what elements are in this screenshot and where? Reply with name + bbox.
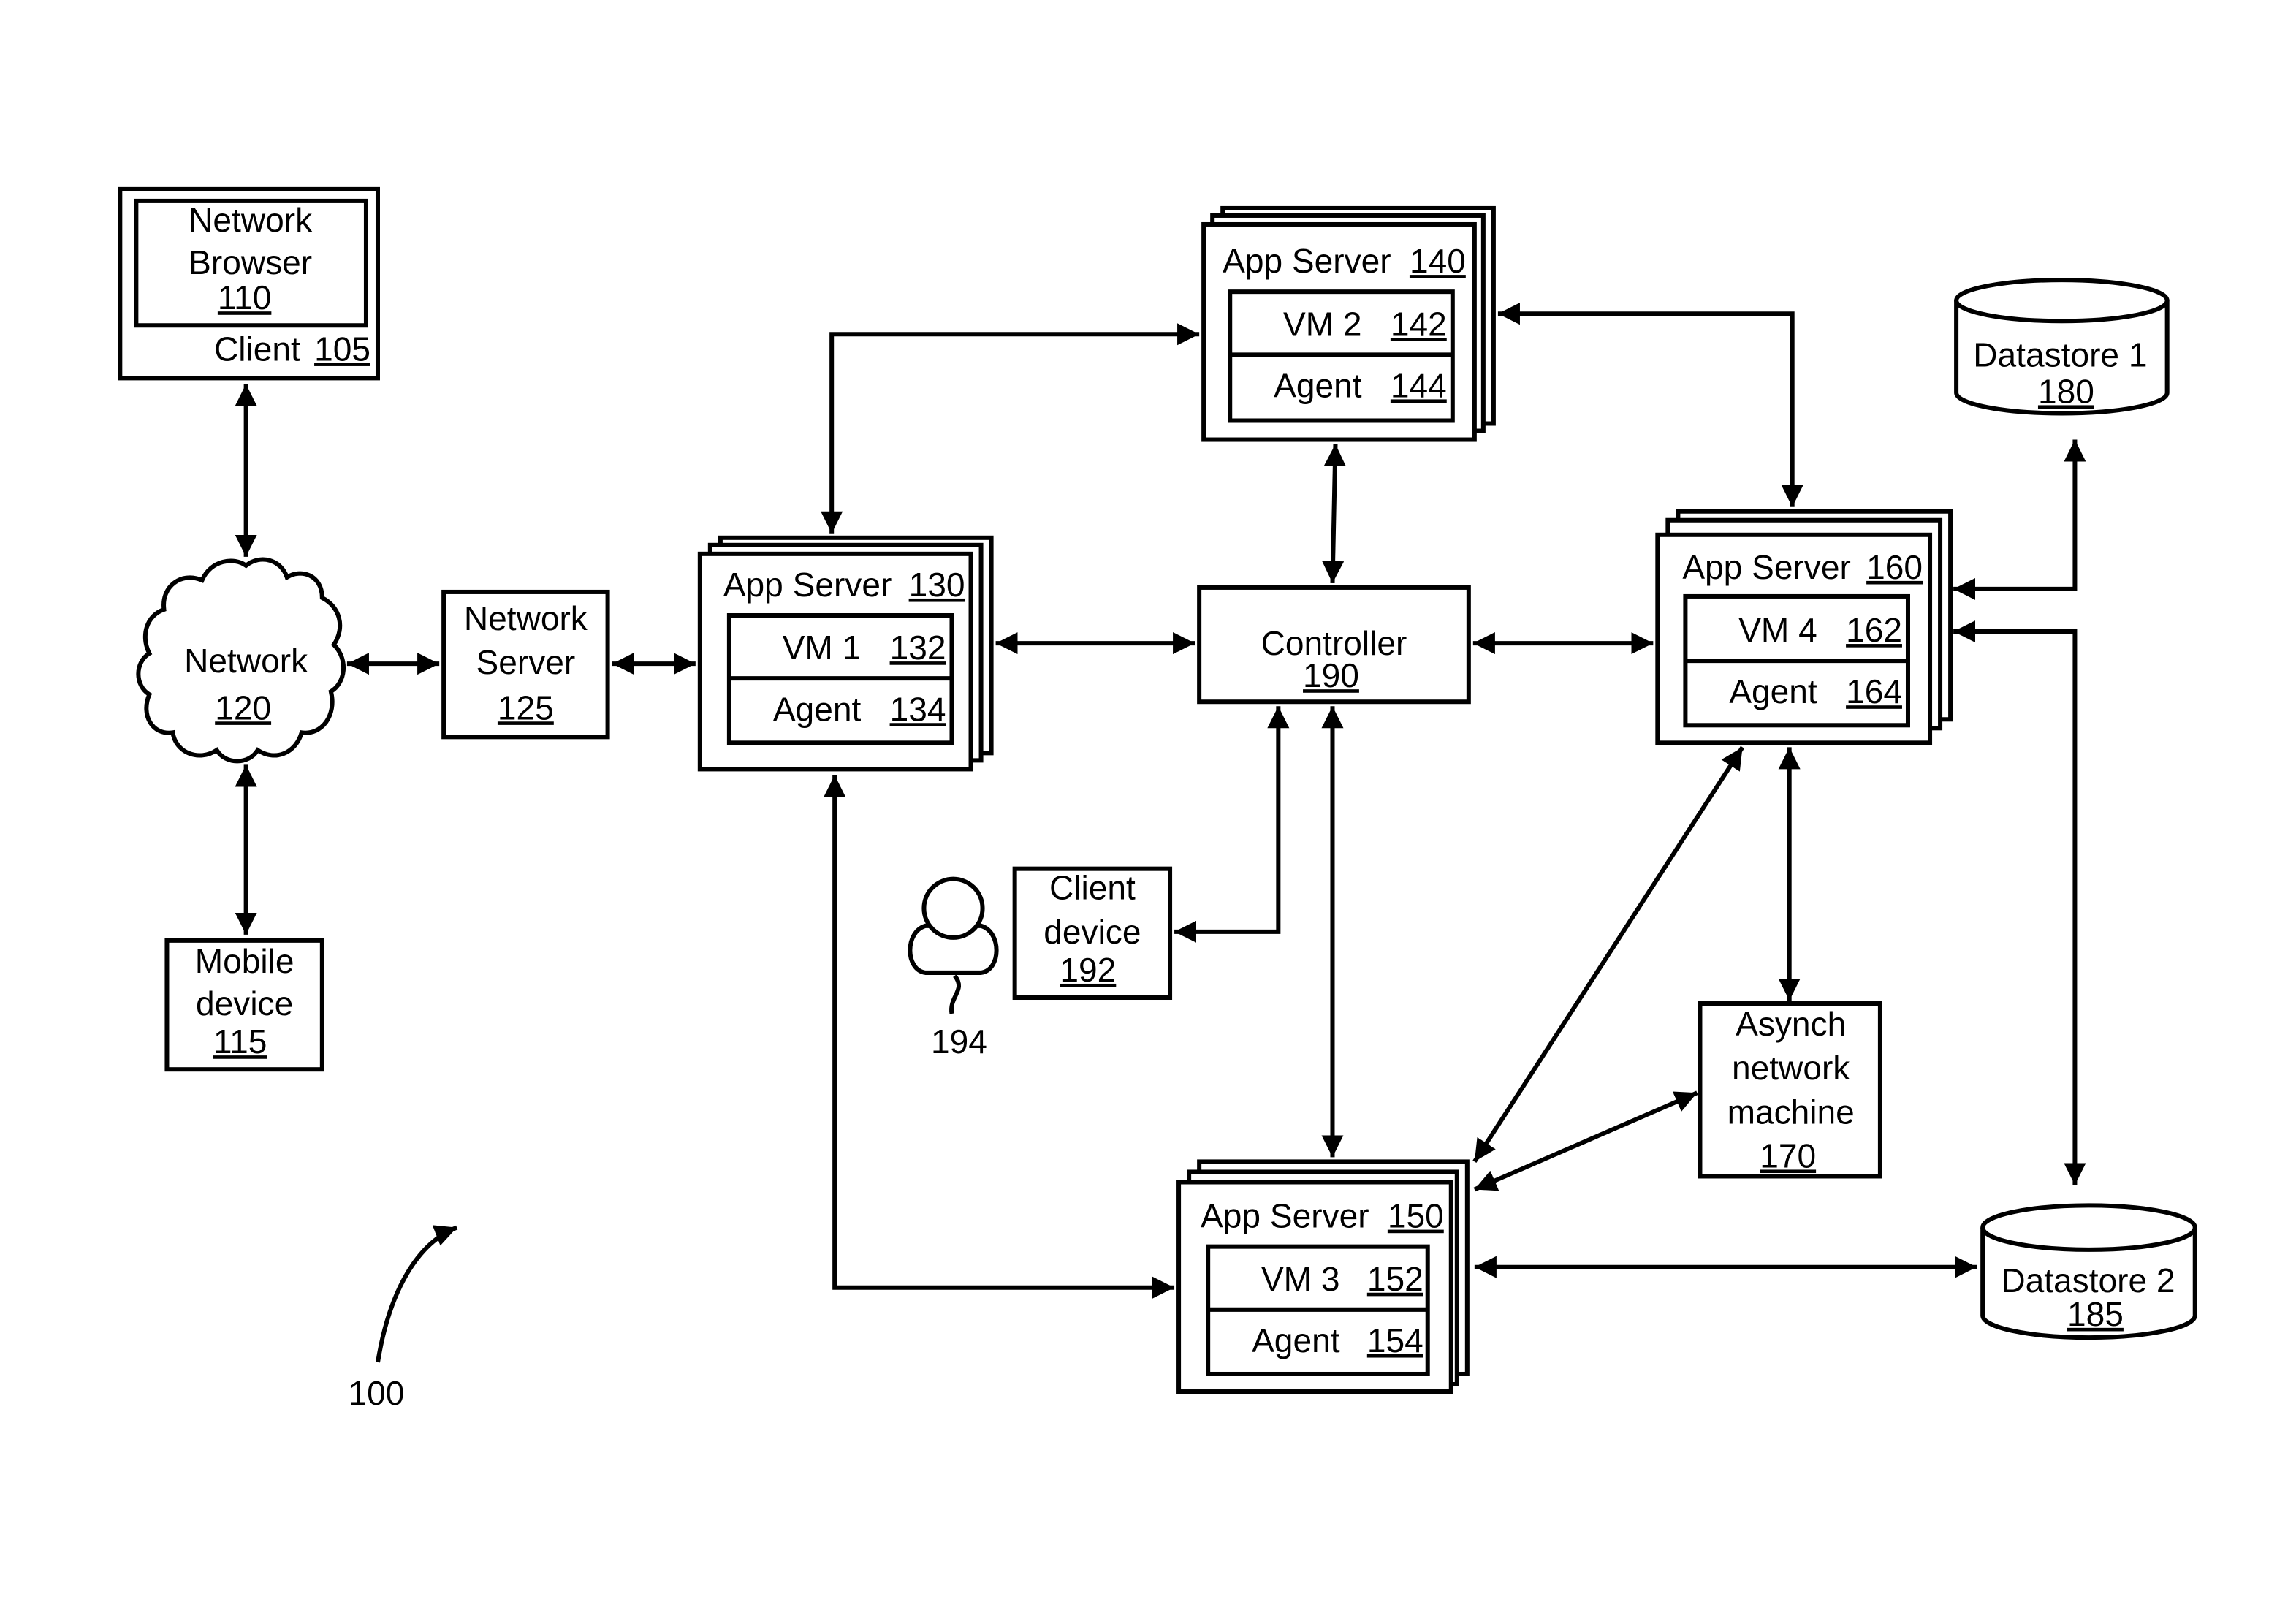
figure-label: 100 [349,1374,405,1412]
vm-2-label: VM 2 [1283,305,1362,343]
datastore-2-ref: 185 [2067,1295,2124,1333]
connector-appserver160-datastore1 [1953,439,2086,600]
connector-appserver160-datastore2 [1953,620,2086,1185]
client-label: Client [214,330,300,368]
vm-3-label: VM 3 [1261,1260,1340,1298]
mobile-ref: 115 [213,1022,267,1060]
app-server-150-node[interactable]: App Server 150 VM 3 152 Agent 154 [1176,1159,1470,1394]
agent-144-label: Agent [1274,366,1362,404]
app-server-140-node[interactable]: App Server 140 VM 2 142 Agent 144 [1201,205,1496,442]
mobile-device-node[interactable]: Mobile device 115 [164,938,324,1072]
app-server-130-label: App Server [723,566,892,604]
network-label: Network [184,642,308,680]
client-device-label-line2: device [1044,913,1141,951]
vm-2-ref: 142 [1391,305,1447,343]
controller-ref: 190 [1303,656,1359,694]
asynch-label-line2: network [1732,1049,1850,1087]
datastore-2-label: Datastore 2 [2001,1261,2175,1299]
mobile-label-line2: device [196,984,293,1022]
client-device-label-line1: Client [1049,869,1136,907]
browser-ref: 110 [218,278,271,316]
network-node[interactable]: Network 120 [136,557,346,764]
agent-134-label: Agent [773,690,862,728]
connector-appserver140-controller [1322,444,1346,583]
connector-appserver140-appserver160 [1497,303,1803,507]
agent-134-ref: 134 [890,690,946,728]
person-icon [908,876,999,1014]
connector-appserver130-appserver140 [821,323,1200,534]
asynch-ref: 170 [1760,1136,1816,1174]
agent-154-label: Agent [1252,1321,1340,1359]
user-node: 194 [908,876,999,1060]
agent-164-ref: 164 [1846,672,1902,710]
app-server-160-node[interactable]: App Server 160 VM 4 162 Agent 164 [1655,509,1953,745]
browser-label-line1: Network [189,201,313,239]
mobile-label-line1: Mobile [195,942,294,980]
connector-appserver130-appserver150 [824,775,1175,1299]
vm-4-ref: 162 [1846,611,1902,649]
browser-label-line2: Browser [189,243,312,281]
vm-1-label: VM 1 [783,629,862,667]
asynch-label-line1: Asynch [1736,1005,1846,1043]
agent-154-ref: 154 [1367,1321,1423,1359]
app-server-130-node[interactable]: App Server 130 VM 1 132 Agent 134 [697,535,994,772]
datastore-2-node[interactable]: Datastore 2 185 [1980,1203,2197,1340]
app-server-150-label: App Server [1201,1197,1369,1235]
datastore-1-ref: 180 [2038,372,2094,410]
asynch-label-line3: machine [1727,1093,1855,1131]
network-ref: 120 [215,688,271,726]
datastore-1-node[interactable]: Datastore 1 180 [1954,278,2170,416]
network-server-label-line1: Network [464,599,588,637]
vm-1-ref: 132 [890,629,946,667]
agent-164-label: Agent [1729,672,1817,710]
app-server-160-label: App Server [1682,548,1851,586]
app-server-160-ref: 160 [1866,548,1923,586]
network-server-label-line2: Server [476,643,576,681]
datastore-1-label: Datastore 1 [1973,335,2147,373]
agent-144-ref: 144 [1391,366,1447,404]
client-node[interactable]: Network Browser 110 Client 105 [118,186,380,381]
vm-4-label: VM 4 [1738,611,1817,649]
connector-controller-clientdevice [1174,706,1290,943]
app-server-140-label: App Server [1223,242,1391,280]
asynch-network-machine-node[interactable]: Asynch network machine 170 [1698,1001,1882,1179]
system-architecture-diagram: Network Browser 110 Client 105 Network 1… [118,186,2197,1412]
app-server-130-ref: 130 [909,566,965,604]
vm-3-ref: 152 [1367,1260,1423,1298]
controller-node[interactable]: Controller 190 [1197,585,1471,705]
client-device-ref: 192 [1060,951,1116,989]
curved-arrow-icon [376,1225,458,1363]
user-ref: 194 [931,1022,987,1060]
app-server-150-ref: 150 [1388,1197,1444,1235]
figure-reference: 100 [349,1225,458,1412]
client-ref: 105 [314,330,370,368]
network-server-node[interactable]: Network Server 125 [441,589,610,740]
network-server-ref: 125 [498,688,554,726]
app-server-140-ref: 140 [1410,242,1466,280]
client-device-node[interactable]: Client device 192 [1012,866,1173,1001]
